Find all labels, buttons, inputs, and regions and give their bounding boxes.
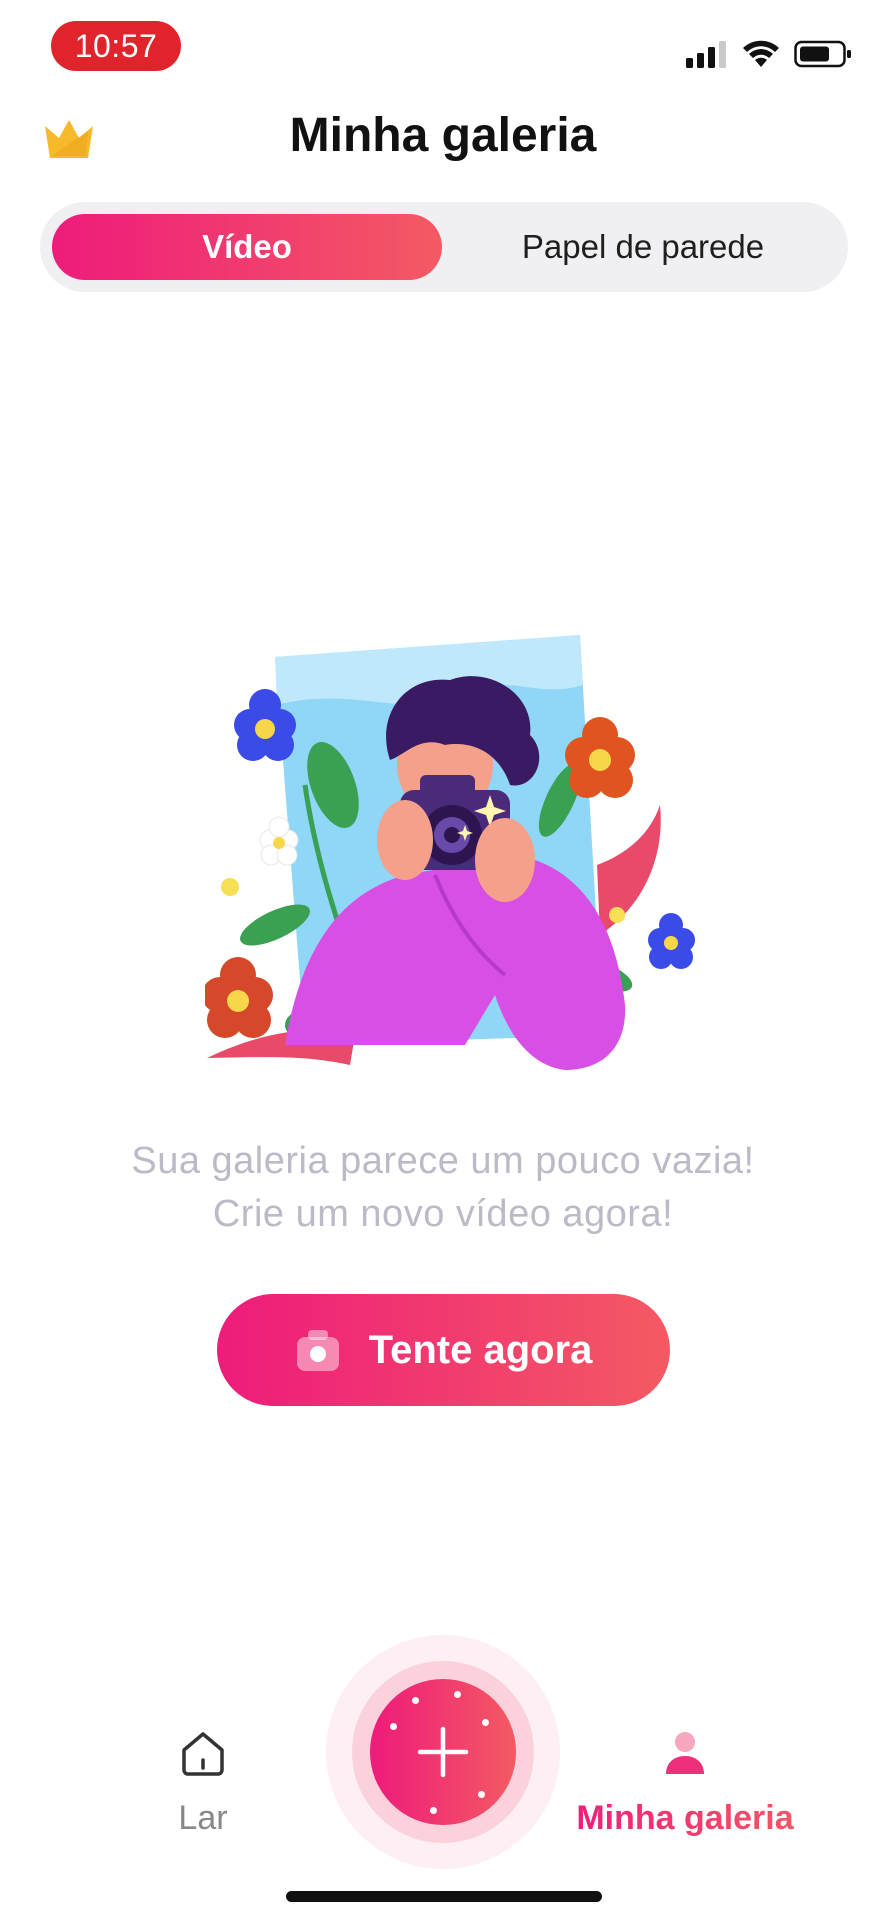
status-icons bbox=[686, 36, 852, 72]
page-title: Minha galeria bbox=[289, 109, 597, 162]
try-now-label: Tente agora bbox=[368, 1327, 593, 1372]
create-button[interactable] bbox=[370, 1679, 516, 1825]
camera-icon bbox=[296, 1330, 339, 1371]
nav-home-label: Lar bbox=[178, 1799, 228, 1837]
signal-icon bbox=[686, 41, 726, 68]
empty-state-line-2: Crie um novo vídeo agora! bbox=[212, 1193, 674, 1235]
nav-my-gallery[interactable]: Minha galeria bbox=[560, 1730, 810, 1838]
try-now-button[interactable]: Tente agora bbox=[217, 1294, 670, 1406]
media-type-tabs: Vídeo Papel de parede bbox=[40, 202, 848, 292]
tab-wallpaper[interactable]: Papel de parede bbox=[450, 214, 836, 280]
nav-my-gallery-label: Minha galeria bbox=[560, 1799, 810, 1838]
tab-video[interactable]: Vídeo bbox=[52, 214, 442, 280]
empty-state-line-1: Sua galeria parece um pouco vazia! bbox=[131, 1140, 755, 1182]
photographer-illustration bbox=[205, 635, 695, 1070]
battery-icon bbox=[794, 40, 851, 68]
status-time: 10:57 bbox=[51, 21, 181, 71]
empty-state-message: Sua galeria parece um pouco vazia! Crie … bbox=[0, 1135, 886, 1241]
wifi-icon bbox=[743, 40, 779, 67]
home-indicator bbox=[286, 1891, 602, 1902]
home-icon bbox=[182, 1732, 224, 1776]
nav-home[interactable]: Lar bbox=[148, 1730, 258, 1838]
plus-icon bbox=[417, 1726, 469, 1778]
user-icon bbox=[666, 1732, 704, 1774]
